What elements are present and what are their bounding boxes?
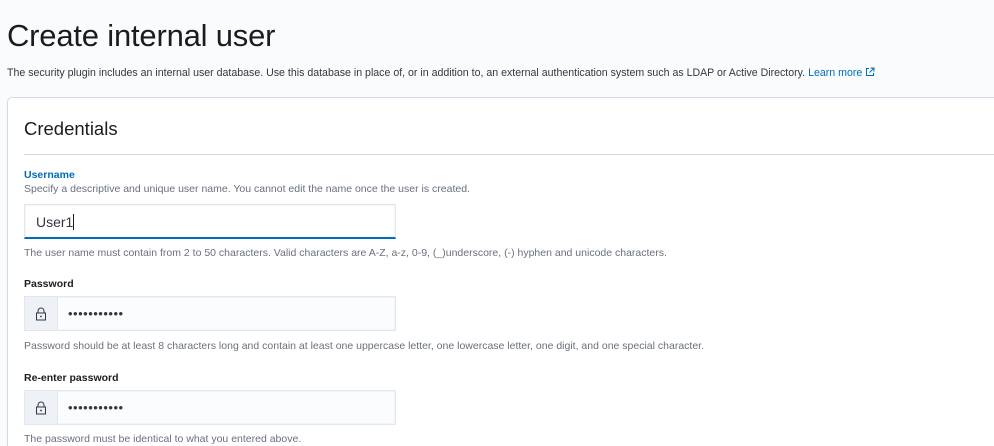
panel-divider: [24, 154, 994, 155]
text-caret: [73, 214, 74, 230]
create-user-page: Create internal user The security plugin…: [0, 0, 994, 446]
lock-icon: [25, 297, 58, 330]
password-input[interactable]: [68, 297, 368, 330]
page-title: Create internal user: [7, 18, 276, 53]
learn-more-label: Learn more: [808, 67, 863, 79]
credentials-panel: Credentials Username Specify a descripti…: [7, 97, 994, 446]
username-label: Username: [24, 169, 75, 181]
reenter-password-help: The password must be identical to what y…: [24, 433, 302, 445]
lock-icon: [25, 391, 58, 424]
page-description: The security plugin includes an internal…: [7, 66, 875, 81]
password-help: Password should be at least 8 characters…: [24, 340, 705, 352]
username-help: The user name must contain from 2 to 50 …: [24, 247, 667, 259]
credentials-title: Credentials: [24, 118, 118, 139]
username-input[interactable]: [36, 205, 376, 238]
username-field-wrapper: [24, 204, 396, 239]
reenter-password-field-wrapper: [24, 390, 396, 425]
reenter-password-label: Re-enter password: [24, 372, 119, 384]
username-description: Specify a descriptive and unique user na…: [24, 183, 470, 195]
learn-more-link[interactable]: Learn more: [808, 67, 875, 79]
page-description-text: The security plugin includes an internal…: [7, 67, 806, 79]
password-field-wrapper: [24, 296, 396, 331]
password-label: Password: [24, 278, 74, 290]
external-link-icon: [865, 67, 875, 81]
reenter-password-input[interactable]: [68, 391, 368, 424]
